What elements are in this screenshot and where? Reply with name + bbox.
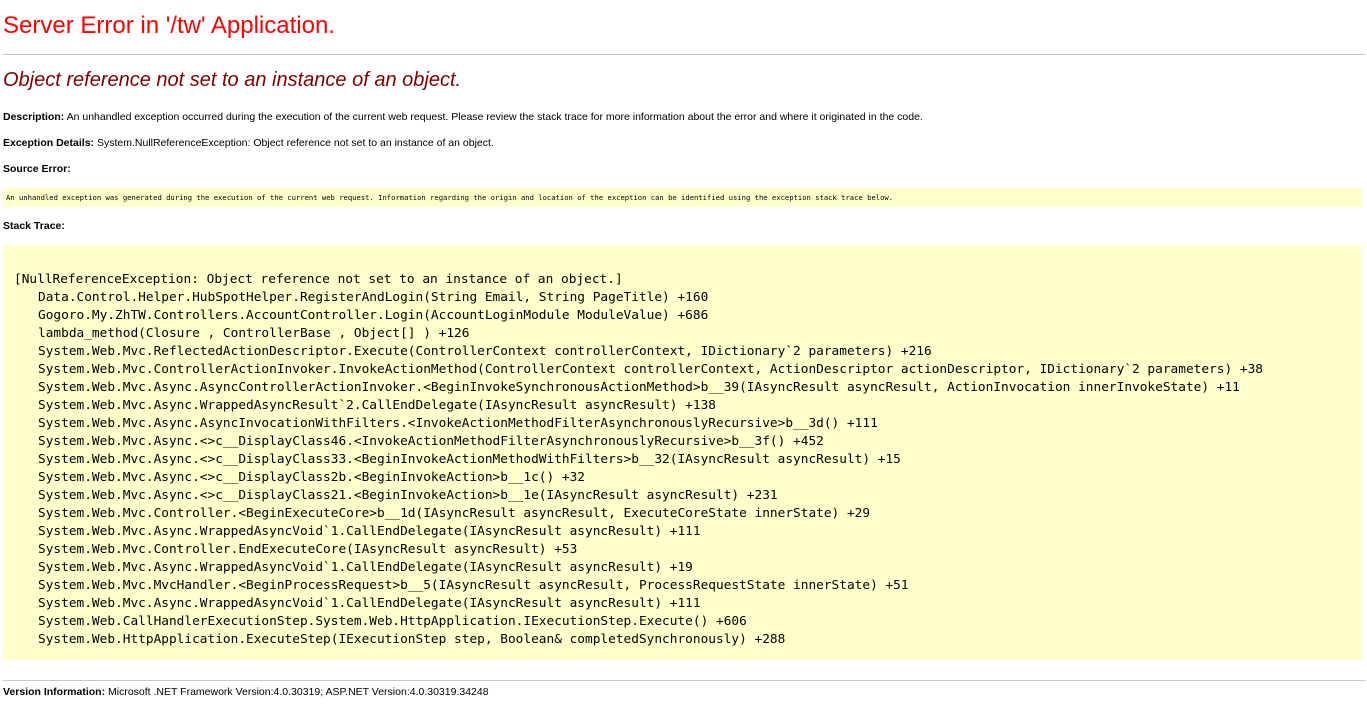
- stack-frame: System.Web.Mvc.Async.WrappedAsyncResult`…: [38, 398, 716, 413]
- stack-trace-box: [NullReferenceException: Object referenc…: [3, 245, 1362, 660]
- version-information-text: Microsoft .NET Framework Version:4.0.303…: [105, 686, 489, 698]
- stack-frame: System.Web.Mvc.Async.AsyncControllerActi…: [38, 380, 1240, 395]
- stack-frame: System.Web.CallHandlerExecutionStep.Syst…: [38, 614, 747, 629]
- source-error-section: Source Error:: [3, 162, 71, 176]
- stack-frame: System.Web.Mvc.Async.<>c__DisplayClass46…: [38, 434, 824, 449]
- stack-frame: System.Web.Mvc.Async.WrappedAsyncVoid`1.…: [38, 560, 693, 575]
- stack-trace-label: Stack Trace:: [3, 220, 65, 232]
- stack-frame: System.Web.Mvc.Async.<>c__DisplayClass21…: [38, 488, 778, 503]
- stack-frame: System.Web.HttpApplication.ExecuteStep(I…: [38, 632, 786, 647]
- title-divider: [3, 54, 1365, 55]
- stack-frame: Data.Control.Helper.HubSpotHelper.Regist…: [38, 290, 709, 305]
- stack-frame: Gogoro.My.ZhTW.Controllers.AccountContro…: [38, 308, 709, 323]
- stack-frame: System.Web.Mvc.Async.WrappedAsyncVoid`1.…: [38, 596, 701, 611]
- stack-frame: System.Web.Mvc.Async.<>c__DisplayClass33…: [38, 452, 901, 467]
- stack-trace-lines: [NullReferenceException: Object referenc…: [14, 271, 1263, 649]
- stack-frame: System.Web.Mvc.ReflectedActionDescriptor…: [38, 344, 932, 359]
- page-title: Server Error in '/tw' Application.: [3, 12, 335, 39]
- description-label: Description:: [3, 111, 65, 123]
- stack-frame: System.Web.Mvc.Async.AsyncInvocationWith…: [38, 416, 878, 431]
- error-message: Object reference not set to an instance …: [3, 69, 462, 91]
- exception-details-label: Exception Details:: [3, 137, 95, 149]
- stack-trace-section: Stack Trace:: [3, 219, 65, 233]
- stack-frame: lambda_method(Closure , ControllerBase ,…: [38, 326, 470, 341]
- stack-frame: System.Web.Mvc.Async.WrappedAsyncVoid`1.…: [38, 524, 701, 539]
- description-section: Description: An unhandled exception occu…: [3, 110, 923, 124]
- stack-frame: System.Web.Mvc.Controller.<BeginExecuteC…: [38, 506, 871, 521]
- version-information-label: Version Information:: [3, 686, 106, 698]
- stack-frame: System.Web.Mvc.ControllerActionInvoker.I…: [38, 362, 1263, 377]
- source-error-text: An unhandled exception was generated dur…: [6, 193, 894, 202]
- stack-frame: System.Web.Mvc.Controller.EndExecuteCore…: [38, 542, 578, 557]
- stack-frame: System.Web.Mvc.Async.<>c__DisplayClass2b…: [38, 470, 586, 485]
- stack-frame: System.Web.Mvc.MvcHandler.<BeginProcessR…: [38, 578, 909, 593]
- source-error-box: An unhandled exception was generated dur…: [3, 188, 1362, 207]
- exception-details-text: System.NullReferenceException: Object re…: [94, 137, 494, 149]
- stack-trace-header: [NullReferenceException: Object referenc…: [14, 272, 623, 287]
- exception-details-section: Exception Details: System.NullReferenceE…: [3, 136, 494, 150]
- description-text: An unhandled exception occurred during t…: [64, 111, 923, 123]
- version-information-section: Version Information: Microsoft .NET Fram…: [3, 685, 489, 699]
- version-divider: [3, 680, 1365, 681]
- source-error-label: Source Error:: [3, 163, 71, 175]
